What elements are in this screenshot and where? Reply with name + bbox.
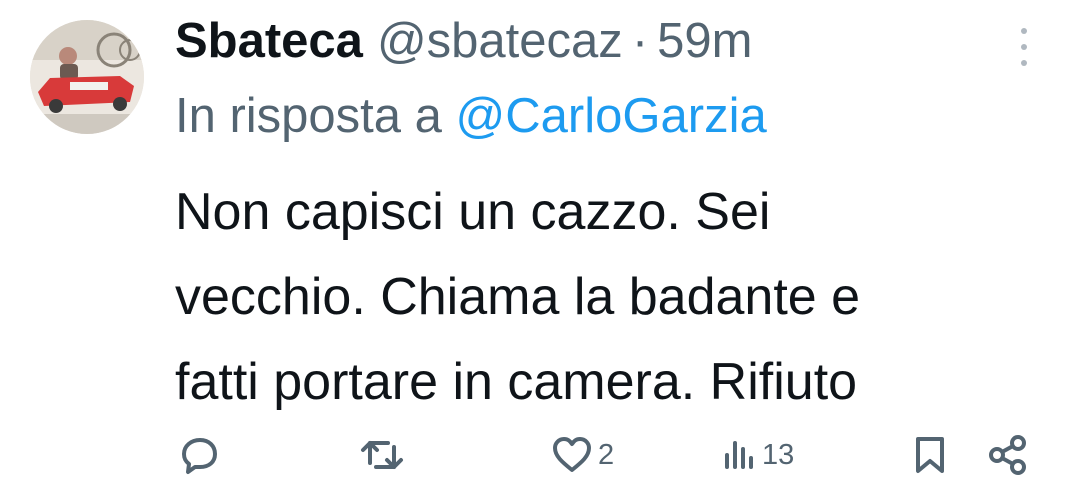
views-count: 13 [762, 438, 795, 471]
views-icon [725, 441, 753, 469]
comment-icon [182, 438, 217, 474]
tweet-text: Non capisci un cazzo. Sei vecchio. Chiam… [175, 170, 1055, 425]
heart-icon [553, 437, 591, 472]
avatar-image [30, 20, 144, 134]
tweet-text-line: fatti portare in camera. Rifiuto [175, 353, 858, 411]
tweet[interactable]: Sbateca @sbatecaz · 59m In risposta a @C… [0, 0, 1080, 499]
reply-context: In risposta a @CarloGarzia [175, 84, 767, 148]
retweet-icon [361, 441, 403, 469]
action-bar: 2 13 [0, 420, 1080, 490]
reply-mention-link[interactable]: @CarloGarzia [456, 89, 767, 143]
reply-button[interactable] [178, 430, 222, 480]
tweet-text-line: Non capisci un cazzo. Sei [175, 183, 771, 241]
like-count: 2 [598, 438, 615, 471]
user-handle[interactable]: @sbatecaz [377, 6, 623, 76]
bookmark-icon [916, 437, 944, 473]
retweet-button[interactable] [358, 430, 406, 480]
display-name[interactable]: Sbateca [175, 6, 363, 76]
timestamp[interactable]: 59m [657, 6, 752, 76]
share-button[interactable] [986, 430, 1030, 480]
views-button[interactable]: 13 [722, 430, 794, 480]
share-icon [989, 435, 1026, 475]
like-button[interactable]: 2 [550, 430, 614, 480]
bookmark-button[interactable] [910, 430, 950, 480]
tweet-header: Sbateca @sbatecaz · 59m [175, 6, 752, 76]
more-options-icon[interactable] [1012, 28, 1036, 66]
avatar[interactable] [30, 20, 144, 134]
separator-dot: · [631, 14, 649, 68]
reply-prefix: In risposta a [175, 89, 442, 143]
tweet-text-line: vecchio. Chiama la badante e [175, 268, 861, 326]
